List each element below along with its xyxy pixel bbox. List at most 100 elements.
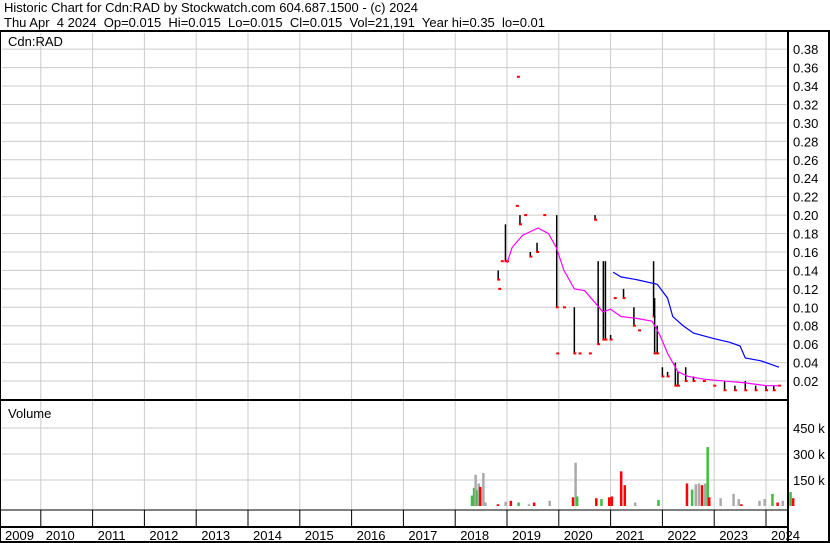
price-close-mark bbox=[562, 306, 566, 309]
price-tick-label: 0.30 bbox=[793, 116, 818, 131]
year-label: 2022 bbox=[667, 528, 696, 543]
price-close-mark bbox=[622, 297, 626, 300]
volume-bar bbox=[633, 502, 637, 506]
volume-bar bbox=[482, 473, 485, 506]
price-tick-label: 0.04 bbox=[793, 356, 818, 371]
year-label: 2016 bbox=[357, 528, 386, 543]
price-close-mark bbox=[744, 389, 748, 392]
price-close-mark bbox=[754, 389, 758, 392]
price-close-mark bbox=[498, 287, 502, 290]
price-close-mark bbox=[500, 260, 504, 263]
year-label: 2014 bbox=[253, 528, 282, 543]
price-close-mark bbox=[632, 324, 636, 327]
price-close-mark bbox=[702, 380, 706, 383]
volume-bar bbox=[496, 504, 500, 506]
price-close-mark bbox=[529, 255, 533, 258]
volume-bar bbox=[532, 502, 536, 506]
volume-bar bbox=[690, 489, 694, 506]
volume-bar bbox=[657, 499, 660, 506]
volume-bar bbox=[740, 504, 743, 506]
volume-bar bbox=[776, 502, 779, 506]
year-label: 2023 bbox=[719, 528, 748, 543]
year-label: 2021 bbox=[616, 528, 645, 543]
price-close-mark bbox=[684, 380, 688, 383]
price-tick-label: 0.34 bbox=[793, 79, 818, 94]
volume-tick-label: 450 k bbox=[793, 421, 825, 436]
year-label: 2012 bbox=[149, 528, 178, 543]
volume-tick-label: 300 k bbox=[793, 447, 825, 462]
volume-bar bbox=[595, 498, 598, 506]
price-tick-label: 0.16 bbox=[793, 245, 818, 260]
price-tick-label: 0.36 bbox=[793, 61, 818, 76]
price-close-mark bbox=[555, 306, 559, 309]
volume-bar bbox=[484, 502, 487, 506]
price-close-mark bbox=[518, 223, 522, 226]
price-close-mark bbox=[733, 389, 737, 392]
volume-bar bbox=[700, 485, 704, 506]
price-tick-label: 0.02 bbox=[793, 374, 818, 389]
price-close-mark bbox=[516, 75, 520, 78]
price-tick-label: 0.22 bbox=[793, 190, 818, 205]
price-close-mark bbox=[713, 384, 717, 387]
price-tick-label: 0.08 bbox=[793, 319, 818, 334]
price-close-mark bbox=[524, 214, 528, 217]
volume-bar bbox=[548, 500, 551, 506]
volume-bar bbox=[697, 483, 701, 506]
price-close-mark bbox=[573, 352, 577, 355]
price-tick-label: 0.10 bbox=[793, 300, 818, 315]
volume-bar bbox=[781, 500, 785, 506]
year-label: 2018 bbox=[460, 528, 489, 543]
price-close-mark bbox=[556, 352, 560, 355]
volume-bar bbox=[504, 501, 507, 506]
volume-bar bbox=[694, 484, 698, 506]
price-close-mark bbox=[653, 352, 657, 355]
volume-bar bbox=[517, 502, 520, 506]
price-close-mark bbox=[666, 375, 670, 378]
volume-bar bbox=[623, 485, 627, 506]
volume-bar bbox=[600, 499, 603, 506]
price-close-mark bbox=[765, 389, 768, 392]
volume-bar bbox=[685, 483, 689, 506]
volume-bar bbox=[610, 496, 614, 506]
price-close-mark bbox=[604, 338, 608, 341]
year-label: 2010 bbox=[46, 528, 75, 543]
price-close-mark bbox=[543, 214, 547, 217]
price-close-mark bbox=[613, 297, 617, 300]
price-close-mark bbox=[536, 250, 540, 253]
volume-bar bbox=[619, 471, 623, 506]
year-label: 2015 bbox=[305, 528, 334, 543]
volume-bar bbox=[571, 497, 575, 506]
year-label: 2009 bbox=[5, 528, 34, 543]
year-label: 2013 bbox=[201, 528, 230, 543]
price-close-mark bbox=[638, 329, 642, 332]
price-tick-label: 0.38 bbox=[793, 42, 818, 57]
price-close-mark bbox=[661, 375, 665, 378]
volume-bar bbox=[509, 500, 513, 506]
price-tick-label: 0.28 bbox=[793, 134, 818, 149]
volume-bar bbox=[707, 497, 711, 506]
price-close-mark bbox=[723, 389, 727, 392]
volume-bar bbox=[527, 504, 531, 506]
volume-bar bbox=[575, 496, 579, 506]
volume-bar bbox=[758, 500, 761, 506]
price-tick-label: 0.18 bbox=[793, 227, 818, 242]
year-label: 2020 bbox=[564, 528, 593, 543]
price-tick-label: 0.20 bbox=[793, 208, 818, 223]
volume-bar bbox=[719, 498, 722, 506]
volume-panel-label: Volume bbox=[8, 406, 51, 421]
price-tick-label: 0.32 bbox=[793, 97, 818, 112]
price-close-mark bbox=[578, 352, 582, 355]
volume-bar bbox=[706, 447, 709, 506]
year-label: 2019 bbox=[512, 528, 541, 543]
price-panel-label: Cdn:RAD bbox=[8, 34, 63, 49]
price-close-mark bbox=[692, 380, 696, 383]
price-tick-label: 0.26 bbox=[793, 153, 818, 168]
price-close-mark bbox=[674, 384, 678, 387]
volume-bar bbox=[789, 492, 792, 506]
price-close-mark bbox=[594, 218, 598, 221]
volume-bar bbox=[771, 493, 774, 506]
year-label: 2011 bbox=[98, 528, 126, 543]
price-tick-label: 0.14 bbox=[793, 263, 818, 278]
price-close-mark bbox=[497, 278, 501, 281]
volume-bar bbox=[703, 483, 707, 506]
